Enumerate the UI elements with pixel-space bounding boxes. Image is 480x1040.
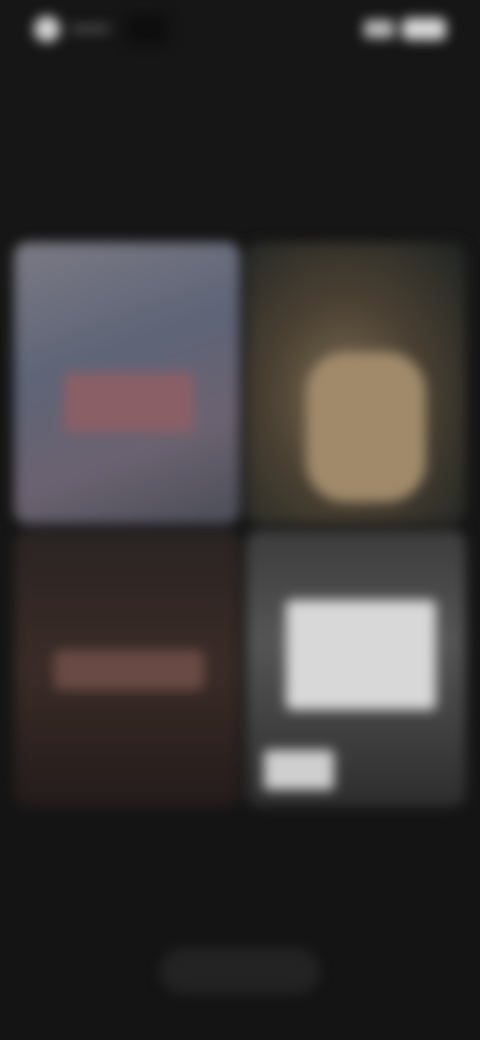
continue-button[interactable]: [160, 948, 320, 994]
battery-icon: [402, 18, 446, 40]
screen: [0, 0, 480, 1040]
status-right: [364, 18, 446, 40]
media-card-2[interactable]: [246, 242, 466, 524]
card-thumbnail: [264, 750, 334, 790]
media-card-3[interactable]: [14, 530, 240, 807]
app-icon: [34, 16, 60, 42]
notification-dots-icon: [70, 25, 110, 33]
status-bar: [0, 0, 480, 60]
status-left: [34, 14, 168, 44]
media-card-4[interactable]: [246, 530, 466, 807]
card-thumbnail: [64, 372, 194, 432]
media-card-1[interactable]: [14, 242, 240, 524]
card-thumbnail: [54, 650, 204, 690]
card-thumbnail: [286, 600, 436, 710]
card-thumbnail: [306, 352, 426, 502]
media-grid: [14, 242, 466, 807]
camera-cutout: [126, 14, 168, 44]
signal-icon: [364, 20, 394, 38]
